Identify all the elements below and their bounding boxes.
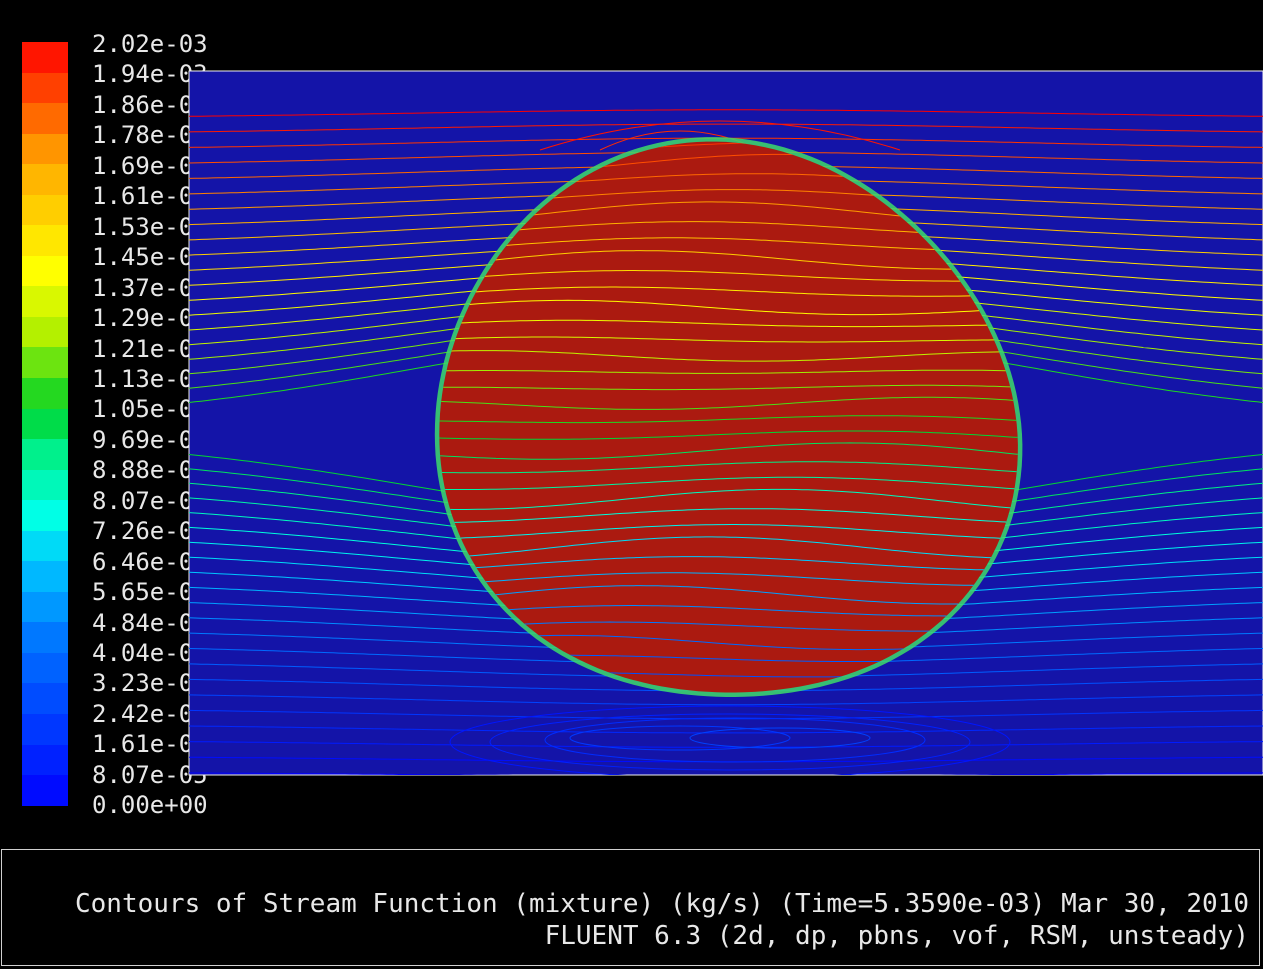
solver-info: FLUENT 6.3 (2d, dp, pbns, vof, RSM, unst… [544, 921, 1249, 951]
contour-plot [188, 70, 1263, 776]
plot-title: Contours of Stream Function (mixture) (k… [75, 889, 1249, 919]
